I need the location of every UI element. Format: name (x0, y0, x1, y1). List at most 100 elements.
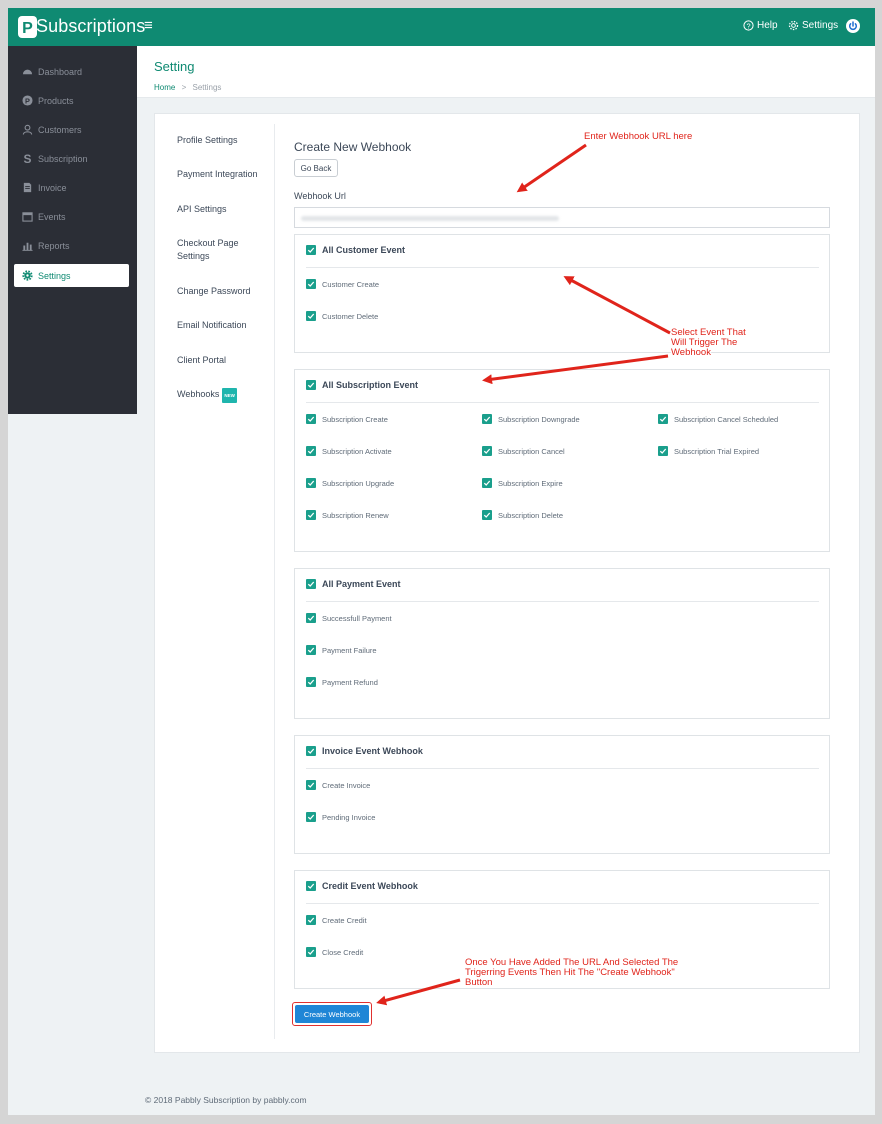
go-back-button[interactable]: Go Back (294, 159, 338, 177)
checkbox-checked-icon[interactable] (482, 446, 492, 456)
products-icon: P (22, 95, 33, 106)
settings-nav-payment[interactable]: Payment Integration (177, 168, 272, 181)
obscured-url-value (301, 216, 559, 221)
checkbox-checked-icon[interactable] (658, 446, 668, 456)
option-label: Subscription Trial Expired (674, 446, 760, 456)
top-bar: P Subscriptions ≡ ? Help Settings (8, 8, 875, 46)
checkbox-checked-icon[interactable] (306, 613, 316, 623)
event-option[interactable]: Close Credit (306, 947, 363, 957)
option-label: Subscription Cancel Scheduled (674, 414, 779, 424)
top-settings-link[interactable]: Settings (788, 20, 838, 31)
group-header[interactable]: All Customer Event (306, 245, 405, 255)
settings-nav-portal[interactable]: Client Portal (177, 354, 272, 367)
sidebar-item-dashboard[interactable]: Dashboard (14, 60, 129, 83)
sidebar-item-invoice[interactable]: Invoice (14, 176, 129, 199)
checkbox-checked-icon[interactable] (482, 414, 492, 424)
option-label: Successfull Payment (322, 613, 392, 623)
checkbox-checked-icon[interactable] (306, 746, 316, 756)
settings-nav-api[interactable]: API Settings (177, 203, 272, 216)
event-option[interactable]: Successfull Payment (306, 613, 392, 623)
checkbox-checked-icon[interactable] (482, 510, 492, 520)
event-option[interactable]: Subscription Delete (482, 510, 563, 520)
group-header[interactable]: Credit Event Webhook (306, 881, 418, 891)
checkbox-checked-icon[interactable] (306, 677, 316, 687)
svg-text:P: P (22, 20, 33, 37)
option-label: Customer Create (322, 279, 380, 289)
checkbox-checked-icon[interactable] (306, 245, 316, 255)
event-option[interactable]: Subscription Cancel Scheduled (658, 414, 778, 424)
checkbox-checked-icon[interactable] (306, 579, 316, 589)
sidebar-item-label: Dashboard (38, 66, 83, 77)
checkbox-checked-icon[interactable] (306, 279, 316, 289)
group-header[interactable]: Invoice Event Webhook (306, 746, 423, 756)
divider (306, 601, 819, 602)
checkbox-checked-icon[interactable] (482, 478, 492, 488)
sidebar-item-subscription[interactable]: S Subscription (14, 147, 129, 170)
event-option[interactable]: Payment Failure (306, 645, 377, 655)
option-label: Subscription Activate (322, 446, 392, 456)
event-option[interactable]: Pending Invoice (306, 812, 375, 822)
group-header[interactable]: All Subscription Event (306, 380, 418, 390)
page-title: Setting (154, 59, 195, 74)
checkbox-checked-icon[interactable] (306, 446, 316, 456)
payment-event-group: All Payment Event Successfull Payment Pa… (294, 568, 830, 719)
webhook-url-input[interactable] (294, 207, 830, 228)
settings-nav-profile[interactable]: Profile Settings (177, 134, 272, 147)
sidebar-item-label: Subscription (38, 153, 88, 164)
checkbox-checked-icon[interactable] (306, 311, 316, 321)
checkbox-checked-icon[interactable] (306, 380, 316, 390)
subscription-icon: S (24, 153, 32, 164)
page-header: Setting Home > Settings (137, 46, 875, 98)
settings-nav-checkout[interactable]: Checkout Page Settings (177, 237, 272, 263)
hamburger-icon[interactable]: ≡ (144, 17, 153, 34)
event-option[interactable]: Customer Create (306, 279, 379, 289)
annotation-line: Webhook (671, 347, 711, 358)
checkbox-checked-icon[interactable] (306, 414, 316, 424)
divider (306, 768, 819, 769)
user-icon (22, 124, 33, 135)
create-webhook-button[interactable]: Create Webhook (295, 1005, 369, 1023)
option-label: Payment Failure (322, 645, 377, 655)
event-option[interactable]: Subscription Cancel (482, 446, 565, 456)
sidebar-item-settings[interactable]: Settings (14, 264, 129, 287)
event-option[interactable]: Create Credit (306, 915, 367, 925)
sidebar-item-label: Customers (38, 124, 82, 135)
settings-nav-webhooks[interactable]: Webhooks NEW (177, 388, 272, 403)
breadcrumb-home[interactable]: Home (154, 83, 175, 92)
settings-nav-password[interactable]: Change Password (177, 285, 272, 298)
svg-text:?: ? (746, 21, 750, 30)
checkbox-checked-icon[interactable] (306, 645, 316, 655)
event-option[interactable]: Subscription Upgrade (306, 478, 394, 488)
sidebar-item-customers[interactable]: Customers (14, 118, 129, 141)
settings-nav-email[interactable]: Email Notification (177, 319, 272, 332)
checkbox-checked-icon[interactable] (306, 478, 316, 488)
event-option[interactable]: Subscription Downgrade (482, 414, 580, 424)
event-option[interactable]: Subscription Create (306, 414, 388, 424)
sidebar-item-reports[interactable]: Reports (14, 234, 129, 257)
option-label: Subscription Downgrade (498, 414, 580, 424)
sidebar-item-products[interactable]: P Products (14, 89, 129, 112)
power-icon[interactable] (846, 19, 860, 33)
event-option[interactable]: Subscription Expire (482, 478, 563, 488)
event-option[interactable]: Subscription Renew (306, 510, 389, 520)
checkbox-checked-icon[interactable] (306, 812, 316, 822)
group-header[interactable]: All Payment Event (306, 579, 401, 589)
checkbox-checked-icon[interactable] (658, 414, 668, 424)
checkbox-checked-icon[interactable] (306, 510, 316, 520)
event-option[interactable]: Create Invoice (306, 780, 370, 790)
option-label: Create Credit (322, 915, 367, 925)
footer-text: © 2018 Pabbly Subscription by pabbly.com (145, 1095, 307, 1105)
sidebar-item-events[interactable]: Events (14, 205, 129, 228)
checkbox-checked-icon[interactable] (306, 881, 316, 891)
option-label: Subscription Delete (498, 510, 564, 520)
checkbox-checked-icon[interactable] (306, 915, 316, 925)
event-option[interactable]: Subscription Activate (306, 446, 392, 456)
option-label: Subscription Expire (498, 478, 563, 488)
webhook-url-label: Webhook Url (294, 191, 346, 201)
checkbox-checked-icon[interactable] (306, 780, 316, 790)
help-link[interactable]: ? Help (743, 20, 778, 31)
checkbox-checked-icon[interactable] (306, 947, 316, 957)
event-option[interactable]: Payment Refund (306, 677, 378, 687)
event-option[interactable]: Subscription Trial Expired (658, 446, 759, 456)
event-option[interactable]: Customer Delete (306, 311, 378, 321)
